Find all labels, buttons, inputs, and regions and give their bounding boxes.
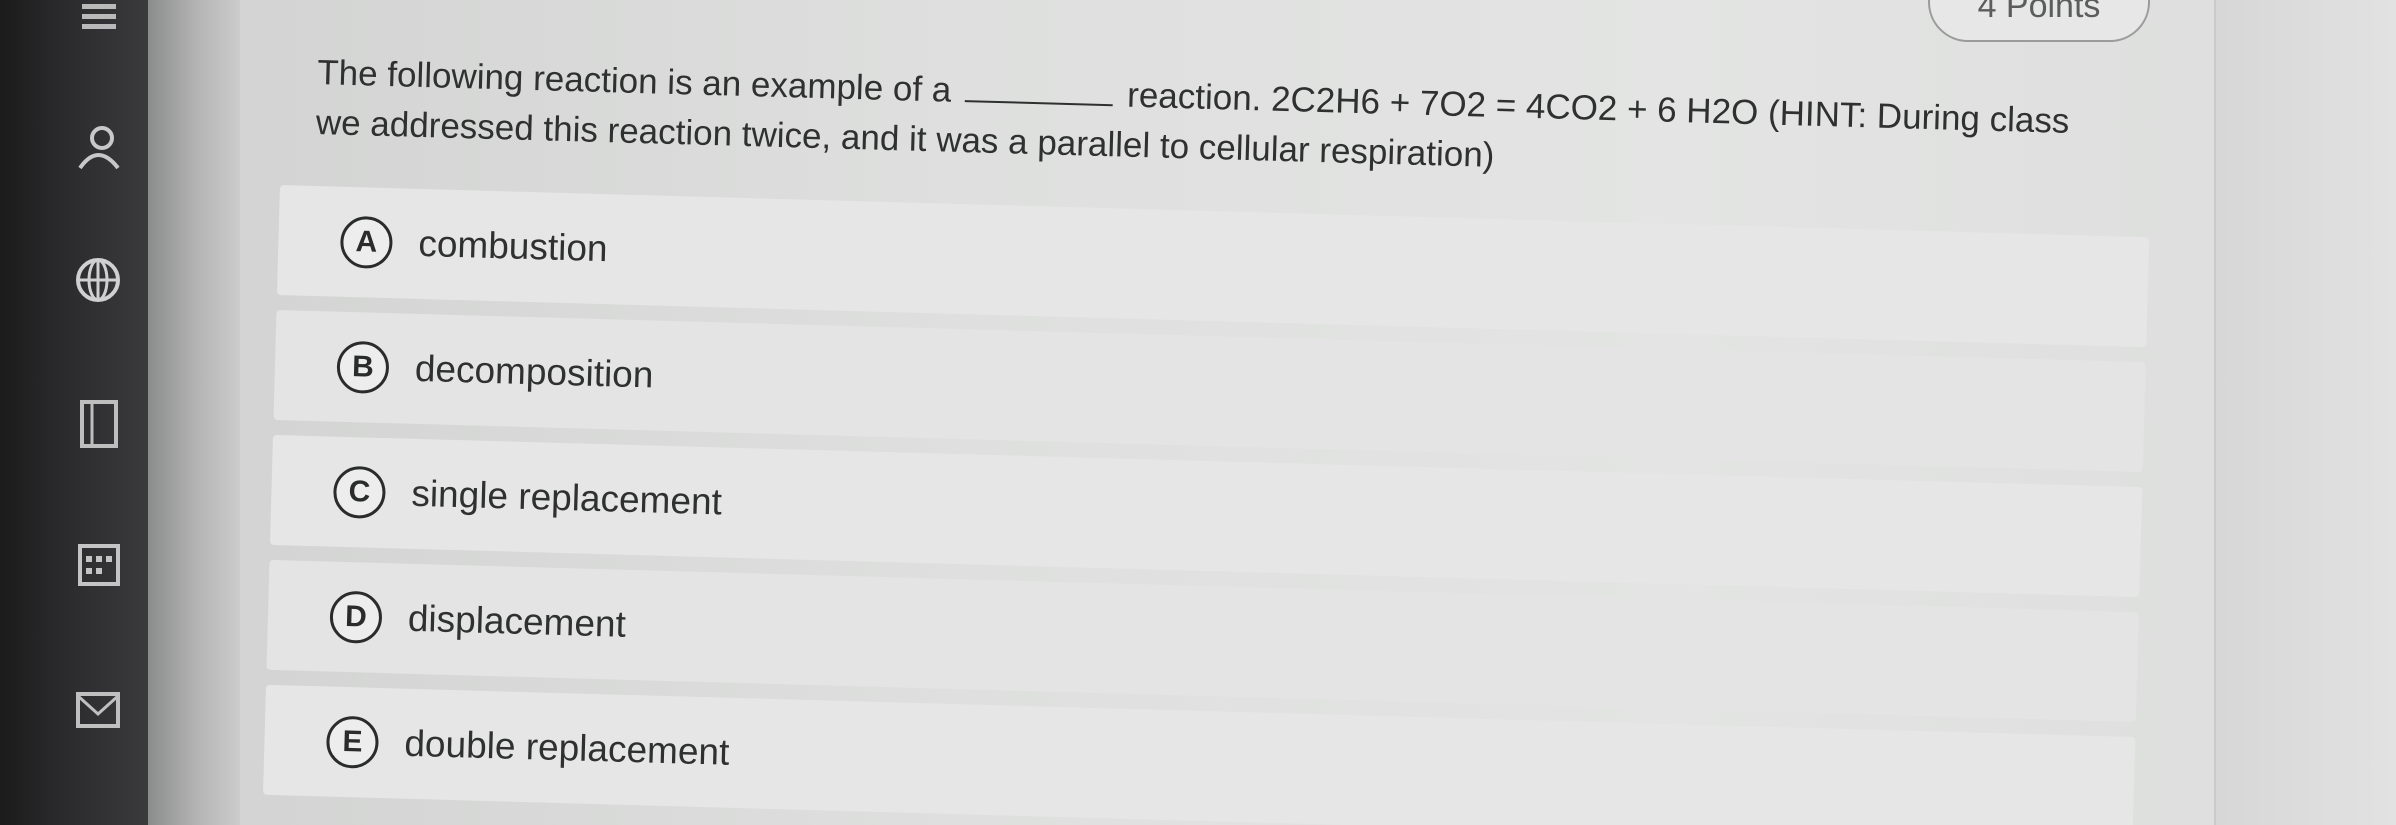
sidebar-edge	[148, 0, 240, 825]
points-label: 4 Points	[1977, 0, 2101, 25]
question-text-before: The following reaction is an example of …	[316, 52, 952, 110]
book-icon[interactable]	[72, 398, 124, 450]
answer-options: A combustion B decomposition C single re…	[262, 185, 2150, 825]
option-label: single replacement	[410, 472, 723, 523]
option-label: displacement	[407, 597, 627, 645]
option-letter[interactable]: B	[336, 340, 390, 395]
screen: 4 Points The following reaction is an ex…	[0, 0, 2396, 825]
option-letter[interactable]: E	[325, 715, 380, 769]
mail-icon[interactable]	[72, 684, 124, 736]
question-text: The following reaction is an example of …	[315, 48, 2107, 198]
points-badge: 4 Points	[1928, 0, 2150, 42]
option-label: decomposition	[414, 347, 655, 396]
calendar-icon[interactable]	[72, 538, 124, 590]
option-label: combustion	[417, 222, 609, 270]
right-panel	[2214, 0, 2396, 825]
option-letter[interactable]: A	[339, 215, 394, 270]
answer-blank	[964, 74, 1114, 107]
globe-icon[interactable]	[72, 254, 124, 306]
menu-icon[interactable]	[72, 0, 124, 52]
option-letter[interactable]: C	[332, 465, 387, 520]
option-label: double replacement	[403, 722, 730, 773]
user-icon[interactable]	[72, 122, 124, 174]
app-sidebar	[0, 0, 148, 825]
option-letter[interactable]: D	[329, 590, 383, 645]
